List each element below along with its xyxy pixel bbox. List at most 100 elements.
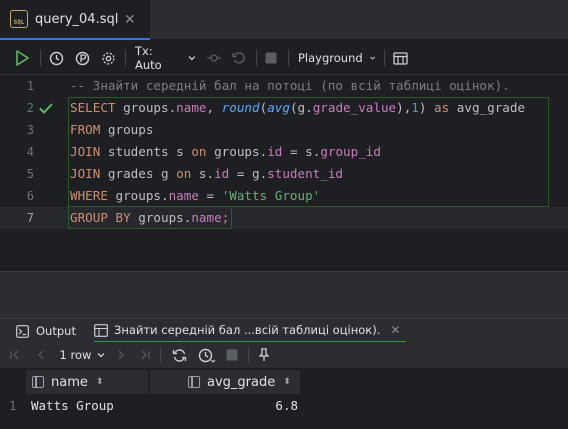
sql-field: grade_value [312, 100, 397, 115]
toolbar-separator [256, 50, 257, 66]
result-grid: name ⬍ avg_grade ⬍ 1 Watts Group 6.8 [0, 368, 568, 429]
tab-result-label: Знайти середній бал ...всій таблиці оцін… [114, 323, 381, 337]
sql-keyword: JOIN [70, 166, 101, 181]
tab-output-label: Output [36, 324, 76, 338]
sql-field: name [176, 100, 207, 115]
toolbar-separator [160, 347, 161, 363]
row-count-label: 1 row [59, 348, 92, 362]
sql-text: = g. [229, 166, 268, 181]
session-dropdown[interactable]: Playground [298, 49, 376, 67]
cancel-stop-icon[interactable] [225, 346, 239, 364]
column-header-label: name [51, 374, 88, 390]
execute-button[interactable] [12, 49, 32, 67]
refresh-icon[interactable] [170, 346, 188, 364]
chevron-down-icon [369, 56, 375, 60]
first-page-icon[interactable] [8, 346, 22, 364]
sql-text: , [206, 100, 222, 115]
session-label: Playground [298, 51, 363, 65]
chevron-down-icon [97, 353, 105, 358]
chevron-down-icon [188, 56, 196, 61]
sql-editor[interactable]: 1 2 3 4 5 6 7 -- Знайти середній бал на … [0, 75, 568, 271]
pin-tab-icon[interactable] [256, 346, 272, 364]
plan-icon [75, 51, 89, 65]
sql-text: = [198, 188, 222, 203]
code-line-1: -- Знайти середній бал на потоці (по всі… [70, 78, 510, 93]
last-page-icon[interactable] [138, 346, 152, 364]
sql-text: = s. [282, 144, 321, 159]
gear-icon [101, 51, 115, 65]
sql-keyword: as [434, 100, 450, 115]
table-icon [392, 51, 408, 65]
column-header-avg-grade[interactable]: avg_grade ⬍ [150, 370, 300, 394]
sql-text: students s [100, 144, 192, 159]
stop-button[interactable] [262, 49, 280, 67]
transaction-mode-label: Tx: Auto [135, 44, 162, 72]
column-header-label: avg_grade [207, 374, 276, 390]
sql-text: ; [221, 210, 230, 225]
column-header-name[interactable]: name ⬍ [26, 370, 148, 394]
tab-result-close-icon[interactable]: ✕ [390, 323, 400, 337]
settings-button[interactable] [99, 49, 117, 67]
sql-text: s. [191, 166, 215, 181]
row-count-dropdown[interactable]: 1 row [58, 346, 108, 364]
clock-icon [49, 51, 63, 65]
tab-close-icon[interactable]: ✕ [124, 12, 136, 28]
sql-field: id [267, 144, 283, 159]
code-line-6: WHERE groups.name = 'Watts Group' [70, 185, 320, 207]
code-line-5: JOIN grades g on s.id = g.student_id [70, 163, 343, 185]
sort-icon[interactable]: ⬍ [96, 377, 104, 387]
history-button[interactable] [47, 49, 65, 67]
editor-tab-bar: SQL query_04.sql ✕ [0, 0, 568, 40]
sql-field: group_id [320, 144, 381, 159]
sql-text: (g. [289, 100, 313, 115]
table-icon [94, 323, 108, 337]
execution-success-icon [38, 97, 54, 119]
column-icon [188, 376, 200, 388]
result-toolbar: 1 row [0, 342, 568, 368]
sql-field: name [191, 210, 222, 225]
sql-field: id [214, 166, 230, 181]
sql-number: 1 [411, 100, 419, 115]
table-view-button[interactable] [391, 49, 409, 67]
sql-text: groups. [130, 210, 192, 225]
play-icon [16, 50, 29, 66]
cell-name[interactable]: Watts Group [31, 394, 149, 418]
sql-text: groups. [107, 188, 169, 203]
panel-splitter[interactable] [0, 271, 568, 318]
sql-file-icon: SQL [10, 10, 28, 28]
line-number: 6 [26, 189, 34, 203]
transaction-mode-dropdown[interactable]: Tx: Auto [135, 44, 197, 72]
sql-keyword: WHERE [70, 188, 108, 203]
toolbar-separator [40, 50, 41, 66]
line-number: 2 [26, 101, 34, 115]
rollback-button[interactable] [230, 49, 248, 67]
cell-avg-grade[interactable]: 6.8 [150, 394, 298, 418]
sql-file-icon-label: SQL [13, 19, 25, 26]
row-number: 1 [9, 399, 17, 413]
sort-icon[interactable]: ⬍ [283, 377, 291, 387]
sql-function: avg [267, 100, 290, 115]
sql-text: grades g [100, 166, 177, 181]
commit-button[interactable] [205, 49, 223, 67]
editor-toolbar: Tx: Auto Playground [0, 41, 568, 75]
services-tab-bar: Output Знайти середній бал ...всій табли… [0, 318, 568, 343]
tab-query-04[interactable]: SQL query_04.sql ✕ [0, 0, 150, 40]
line-number: 5 [26, 167, 34, 181]
next-page-icon[interactable] [114, 346, 128, 364]
toolbar-separator [125, 50, 126, 66]
previous-page-icon[interactable] [34, 346, 48, 364]
query-history-icon[interactable] [197, 346, 217, 364]
sql-keyword: GROUP BY [70, 210, 131, 225]
tab-query-result[interactable]: Знайти середній бал ...всій таблиці оцін… [94, 319, 407, 343]
toolbar-separator [384, 50, 385, 66]
sql-text: ) [418, 100, 435, 115]
tab-output[interactable]: Output [16, 319, 76, 343]
explain-plan-button[interactable] [73, 49, 91, 67]
sql-keyword: JOIN [70, 144, 101, 159]
line-number: 1 [26, 79, 34, 93]
sql-text: groups. [115, 100, 177, 115]
sql-function: round [221, 100, 260, 115]
sql-field: student_id [267, 166, 344, 181]
line-number: 3 [26, 123, 34, 137]
console-icon [16, 324, 29, 338]
